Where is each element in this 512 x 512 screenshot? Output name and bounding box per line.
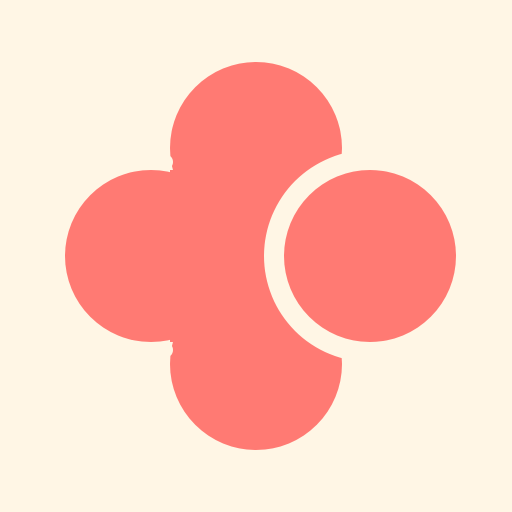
notch-top-left bbox=[157, 154, 173, 170]
notch-bottom-left bbox=[157, 342, 173, 358]
logo-svg bbox=[0, 0, 512, 512]
right-lobe bbox=[284, 170, 456, 342]
app-icon-canvas bbox=[0, 0, 512, 512]
